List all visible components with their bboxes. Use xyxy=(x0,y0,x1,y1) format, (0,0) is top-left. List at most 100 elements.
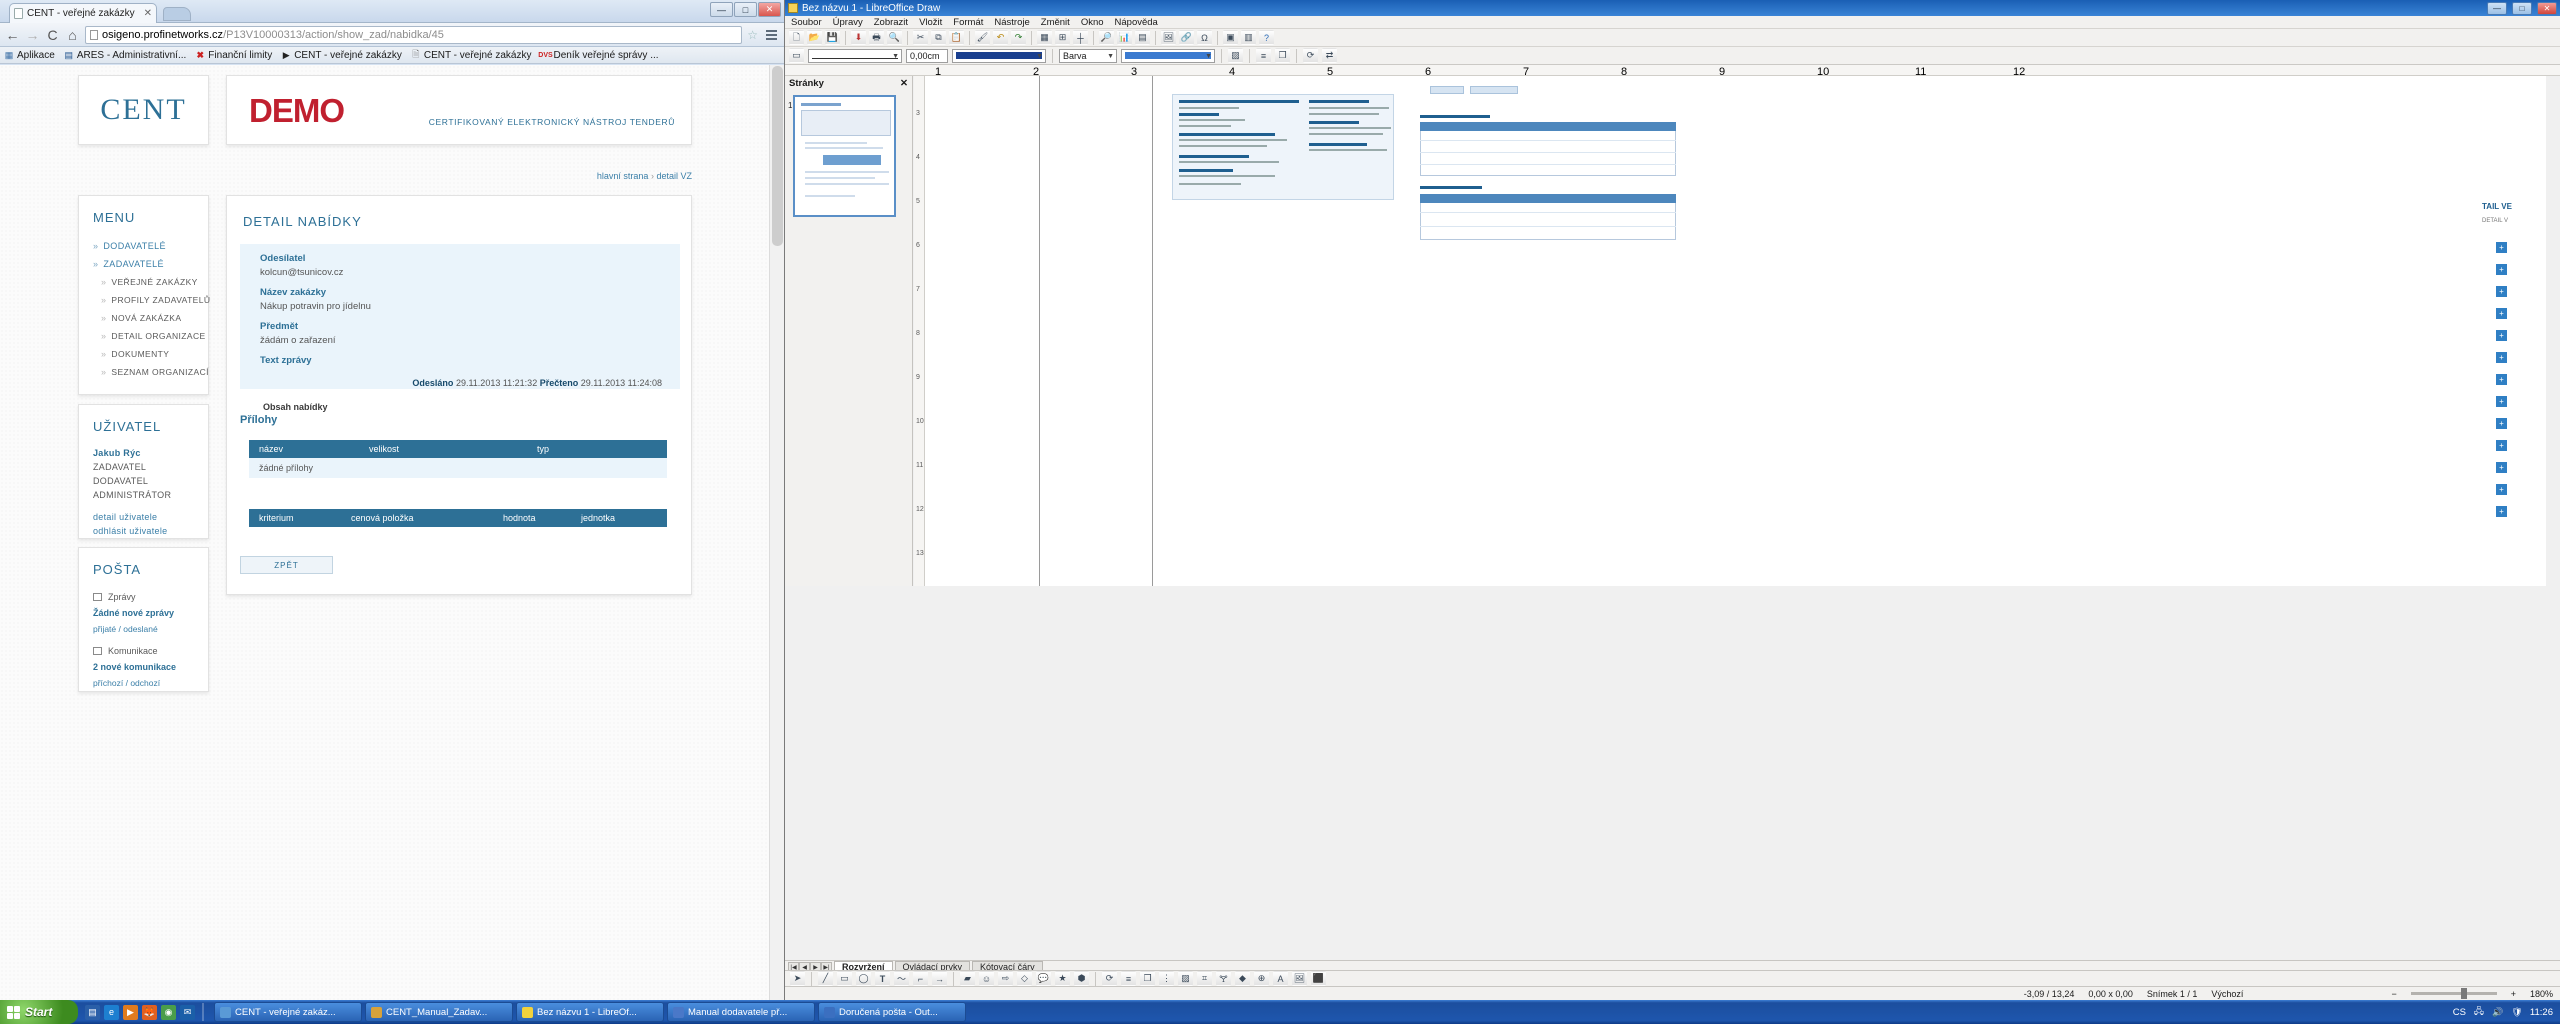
menu-napoveda[interactable]: Nápověda xyxy=(1115,17,1158,28)
chrome-menu-icon[interactable] xyxy=(763,29,779,40)
pasted-image-left[interactable] xyxy=(1172,94,1394,200)
points-icon[interactable]: ◆ xyxy=(1235,971,1250,986)
line-style-icon[interactable]: ▭ xyxy=(789,48,804,63)
sidebar-item-dodavatele[interactable]: » DODAVATELÉ xyxy=(79,237,208,255)
forward-icon[interactable]: → xyxy=(25,27,40,43)
cut-icon[interactable]: ✂ xyxy=(913,30,928,45)
copy-icon[interactable]: ⧉ xyxy=(931,30,946,45)
post-received-sent-link[interactable]: přijaté / odeslané xyxy=(79,621,208,637)
help-icon[interactable]: ? xyxy=(1259,30,1274,45)
post-messages-row[interactable]: Zprávy xyxy=(79,589,208,605)
print-icon[interactable]: 🖶 xyxy=(869,30,884,45)
extrusion-icon[interactable]: ⬛ xyxy=(1311,971,1326,986)
print-preview-icon[interactable]: 🔍 xyxy=(887,30,902,45)
basic-shapes-icon[interactable]: ▰ xyxy=(960,971,975,986)
paste-icon[interactable]: 📋 xyxy=(949,30,964,45)
helplines-icon[interactable]: ┼ xyxy=(1073,30,1088,45)
plus-button-column[interactable]: + + + + + + + + + + + + + xyxy=(2496,242,2510,552)
lo-close-button[interactable]: ✕ xyxy=(2537,1,2557,15)
taskbar-button-manual-zadav[interactable]: CENT_Manual_Zadav... xyxy=(365,1002,513,1022)
line-width-field[interactable]: 0,00cm xyxy=(906,48,948,63)
slide-pane-close-icon[interactable]: ✕ xyxy=(900,78,908,89)
maximize-button[interactable]: □ xyxy=(734,2,757,17)
chrome-icon[interactable]: ◉ xyxy=(161,1004,176,1020)
menu-okno[interactable]: Okno xyxy=(1081,17,1104,28)
bookmark-ares[interactable]: ▤ ARES - Administrativní... xyxy=(64,50,187,61)
shadow-tool-icon[interactable]: ▨ xyxy=(1178,971,1193,986)
lo-maximize-button[interactable]: □ xyxy=(2512,1,2532,15)
display-views-icon[interactable]: ▣ xyxy=(1223,30,1238,45)
page-scrollbar[interactable] xyxy=(769,65,784,1000)
breadcrumb-home[interactable]: hlavní strana xyxy=(597,171,649,181)
snap-icon[interactable]: ⊞ xyxy=(1055,30,1070,45)
filter-icon[interactable]: 🝖 xyxy=(1216,971,1231,986)
taskbar-button-libreoffice[interactable]: Bez názvu 1 - LibreOf... xyxy=(516,1002,664,1022)
start-button[interactable]: Start xyxy=(0,1000,78,1024)
zoom-out-icon[interactable]: − xyxy=(2391,989,2396,999)
symbol-shapes-icon[interactable]: ☺ xyxy=(979,971,994,986)
menu-vlozit[interactable]: Vložit xyxy=(919,17,942,28)
master-page-icon[interactable]: ▥ xyxy=(1241,30,1256,45)
callout-icon[interactable]: 💬 xyxy=(1036,971,1051,986)
reload-icon[interactable]: C xyxy=(45,27,60,43)
special-char-icon[interactable]: Ω xyxy=(1197,30,1212,45)
block-arrows-icon[interactable]: ⇨ xyxy=(998,971,1013,986)
show-desktop-icon[interactable]: ▤ xyxy=(85,1004,100,1020)
arrange-tool-icon[interactable]: ❐ xyxy=(1140,971,1155,986)
menu-nastroje[interactable]: Nástroje xyxy=(994,17,1029,28)
zoom-in-icon[interactable]: + xyxy=(2511,989,2516,999)
rectangle-icon[interactable]: ▭ xyxy=(837,971,852,986)
ie-icon[interactable]: e xyxy=(104,1004,119,1020)
tab-close-icon[interactable]: ✕ xyxy=(144,8,152,19)
slide-thumbnail[interactable] xyxy=(793,95,896,217)
sidebar-item-seznam-organizaci[interactable]: » SEZNAM ORGANIZACÍ xyxy=(79,363,208,381)
table-icon[interactable]: ▤ xyxy=(1135,30,1150,45)
flip-icon[interactable]: ⇄ xyxy=(1322,48,1337,63)
from-file-icon[interactable]: 🖼 xyxy=(1292,971,1307,986)
menu-soubor[interactable]: Soubor xyxy=(791,17,822,28)
sidebar-item-nova-zakazka[interactable]: » NOVÁ ZAKÁZKA xyxy=(79,309,208,327)
link-detail-uzivatele[interactable]: detail uživatele xyxy=(79,502,208,524)
zoom-slider[interactable] xyxy=(2410,988,2497,999)
shadow-icon[interactable]: ▨ xyxy=(1228,48,1243,63)
pasted-image-far-right[interactable]: TAIL VE DETAIL V xyxy=(2478,76,2546,586)
sidebar-item-zadavatele[interactable]: » ZADAVATELÉ xyxy=(79,255,208,273)
select-arrow-icon[interactable]: ➤ xyxy=(790,971,805,986)
align-tool-icon[interactable]: ≡ xyxy=(1121,971,1136,986)
clone-formatting-icon[interactable]: 🖌 xyxy=(975,30,990,45)
bookmark-cent-1[interactable]: ▶ CENT - veřejné zakázky xyxy=(281,50,402,61)
save-icon[interactable]: 💾 xyxy=(825,30,840,45)
undo-icon[interactable]: ↶ xyxy=(993,30,1008,45)
post-communication-row[interactable]: Komunikace xyxy=(79,637,208,659)
post-incoming-outgoing-link[interactable]: příchozí / odchozí xyxy=(79,675,208,691)
media-player-icon[interactable]: ▶ xyxy=(123,1004,138,1020)
line-color-select[interactable]: ▼ xyxy=(952,48,1046,63)
browser-tab[interactable]: CENT - veřejné zakázky ✕ xyxy=(9,3,157,23)
menu-zobrazit[interactable]: Zobrazit xyxy=(874,17,908,28)
3d-objects-icon[interactable]: ⬢ xyxy=(1074,971,1089,986)
sidebar-item-dokumenty[interactable]: » DOKUMENTY xyxy=(79,345,208,363)
menu-zmenit[interactable]: Změnit xyxy=(1041,17,1070,28)
drawing-page[interactable] xyxy=(925,76,2546,586)
new-document-icon[interactable]: 🗋 xyxy=(789,30,804,45)
taskbar-button-outlook[interactable]: Doručená pošta - Out... xyxy=(818,1002,966,1022)
crop-icon[interactable]: ⌗ xyxy=(1197,971,1212,986)
link-odhlasit-uzivatele[interactable]: odhlásit uživatele xyxy=(79,524,208,538)
grid-icon[interactable]: ▦ xyxy=(1037,30,1052,45)
language-indicator[interactable]: CS xyxy=(2453,1007,2466,1018)
pasted-image-right[interactable] xyxy=(1414,86,1684,246)
bookmark-apps[interactable]: ▦ Aplikace xyxy=(4,50,55,61)
new-tab-button[interactable] xyxy=(163,7,191,21)
shield-icon[interactable]: 🛡 xyxy=(2511,1006,2523,1018)
fill-style-select[interactable]: Barva ▼ xyxy=(1059,48,1117,63)
align-icon[interactable]: ≡ xyxy=(1256,48,1271,63)
back-icon[interactable]: ← xyxy=(5,27,20,43)
taskbar-button-cent[interactable]: CENT - veřejné zakáz... xyxy=(214,1002,362,1022)
connector-icon[interactable]: ⌐ xyxy=(913,971,928,986)
sidebar-item-verejne-zakazky[interactable]: » VEŘEJNÉ ZAKÁZKY xyxy=(79,273,208,291)
draw-canvas[interactable]: 3 4 5 6 7 8 9 10 11 12 13 TAIL VE DETAIL… xyxy=(914,76,2546,586)
sidebar-item-detail-organizace[interactable]: » DETAIL ORGANIZACE xyxy=(79,327,208,345)
line-icon[interactable]: ╱ xyxy=(818,971,833,986)
lo-minimize-button[interactable]: — xyxy=(2487,1,2507,15)
clock[interactable]: 11:26 xyxy=(2530,1007,2553,1018)
